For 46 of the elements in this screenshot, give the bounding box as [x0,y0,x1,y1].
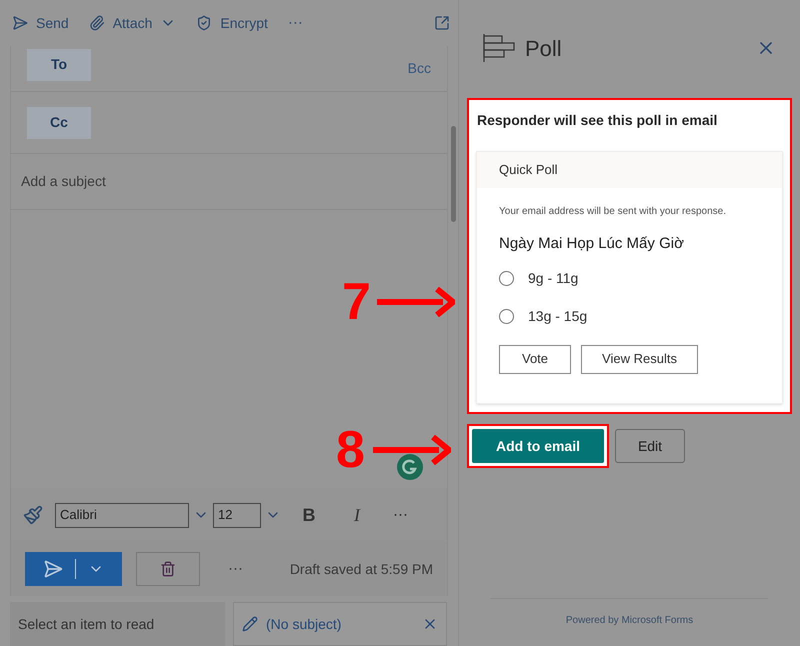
more-button[interactable]: ··· [228,558,243,580]
toolbar-button[interactable]: Attach [88,12,176,34]
scrollbar-thumb[interactable] [450,126,456,222]
toolbar-button[interactable]: Send [12,12,69,34]
draft-status: Draft saved at 5:59 PM [290,560,433,578]
italic-button[interactable]: I [345,502,369,528]
footer-text: Powered by Microsoft Forms [566,614,694,628]
poll-question: Ngày Mai Họp Lúc Mấy Giờ [499,234,685,254]
step-number: 7 [342,276,371,328]
pencil-icon [242,616,258,632]
bottom-tab[interactable]: Select an item to read [10,602,225,646]
trash-icon [160,561,176,577]
step-number: 8 [336,424,365,476]
notice-text: Your email address will be sent with your response. [499,205,727,219]
toolbar-button[interactable]: Encrypt [196,12,268,34]
delete-button[interactable] [136,552,200,586]
to-button[interactable]: To [27,48,91,80]
grammar-icon [397,454,423,480]
send-icon [12,15,28,31]
send-button[interactable] [25,552,122,586]
card-title: Quick Poll [499,161,558,180]
shield-icon [196,15,212,31]
bcc-link[interactable]: Bcc [408,58,431,79]
card-button[interactable]: View Results [581,344,698,374]
cc-button[interactable]: Cc [27,106,91,138]
poll-icon [483,34,515,62]
preview-heading: Responder will see this poll in email [477,111,718,130]
poll-option[interactable]: 13g - 15g [499,306,760,328]
panel-title: Poll [525,35,562,63]
paintbrush-icon[interactable] [23,505,43,525]
card-button[interactable]: Vote [499,344,571,374]
bottom-tab[interactable]: (No subject) [233,602,447,646]
send-icon [43,559,63,579]
subject-field[interactable]: Add a subject [21,171,437,192]
size-field[interactable]: 12 [213,502,261,528]
poll-option[interactable]: 9g - 11g [499,268,760,290]
font-field[interactable]: Calibri [55,502,189,528]
radio-button[interactable] [499,271,514,286]
edit-button[interactable]: Edit [615,429,685,463]
more-button[interactable]: ··· [288,12,303,34]
radio-button[interactable] [499,309,514,324]
pop-out-icon[interactable] [434,15,450,31]
more-button[interactable]: ··· [393,504,408,526]
bold-button[interactable]: B [297,502,321,528]
add-to-email-button[interactable]: Add to email [472,429,604,463]
paperclip-icon [88,15,105,31]
